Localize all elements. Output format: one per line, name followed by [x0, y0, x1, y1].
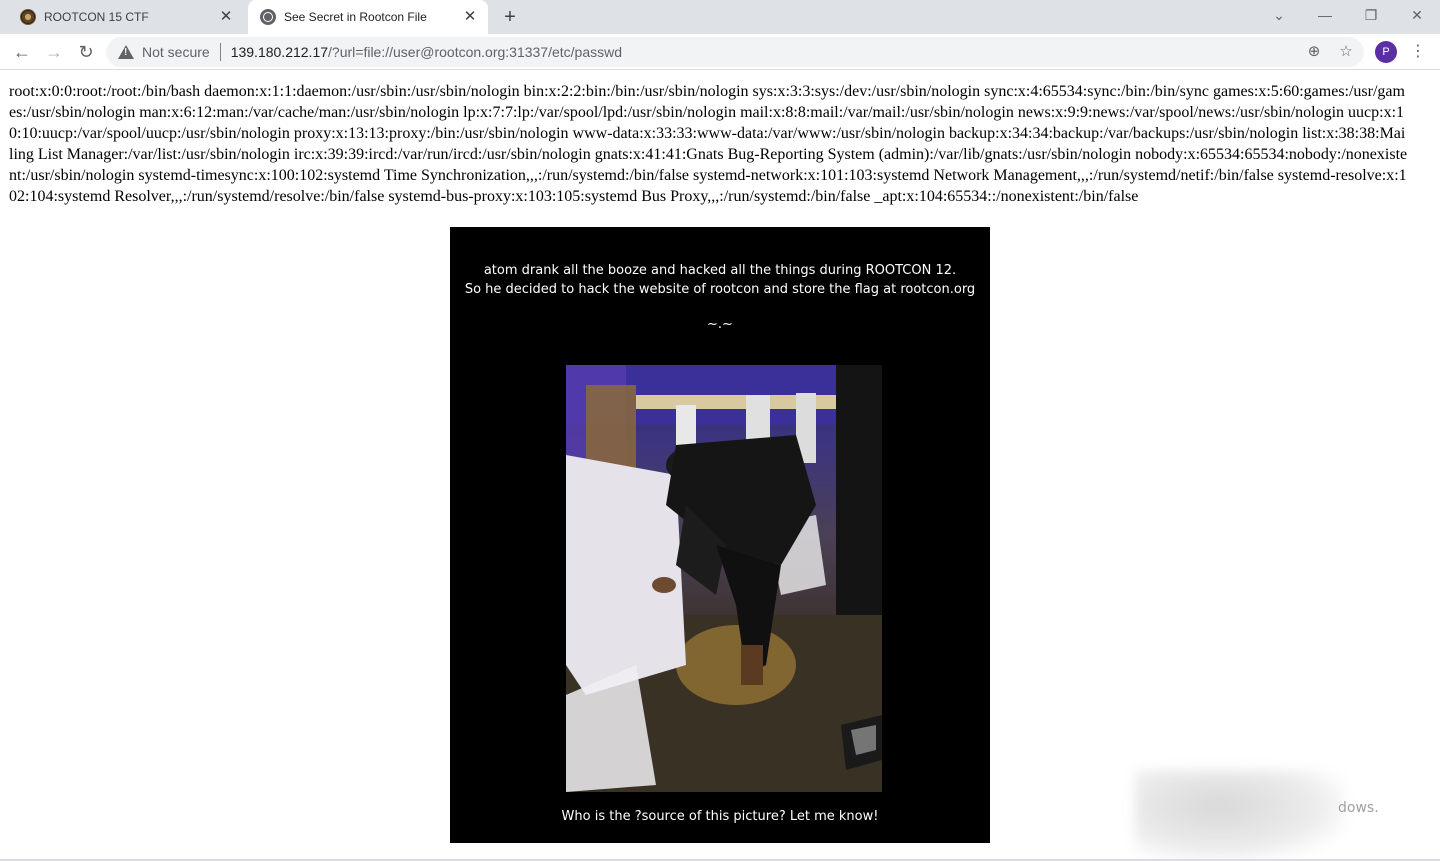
close-tab-icon[interactable]: ✕ — [460, 7, 480, 27]
new-tab-button[interactable]: + — [498, 5, 522, 29]
separator — [219, 43, 221, 61]
tab-search-icon[interactable]: ⌄ — [1256, 0, 1302, 34]
minimize-icon[interactable]: — — [1302, 0, 1348, 34]
poster-caption-line1: atom drank all the booze and hacked all … — [483, 263, 957, 278]
zoom-icon[interactable]: ⊕ — [1305, 43, 1323, 61]
bookmark-star-icon[interactable]: ☆ — [1337, 43, 1355, 61]
globe-icon — [260, 9, 276, 25]
url-text[interactable]: 139.180.212.17/?url=file://user@rootcon.… — [231, 44, 622, 60]
poster-caption-emoticon: ~.~ — [707, 317, 733, 332]
browser-toolbar: ← → ↻ Not secure 139.180.212.17/?url=fil… — [0, 34, 1440, 70]
passwd-file-text: root:x:0:0:root:/root:/bin/bash daemon:x… — [9, 83, 1408, 205]
photo-person-bending — [566, 365, 882, 792]
address-bar[interactable]: Not secure 139.180.212.17/?url=file://us… — [106, 37, 1364, 67]
poster-caption-line2: So he decided to hack the website of roo… — [464, 282, 976, 297]
tab-title: See Secret in Rootcon File — [284, 10, 427, 24]
forward-icon[interactable]: → — [40, 38, 68, 66]
page-content: root:x:0:0:root:/root:/bin/bash daemon:x… — [0, 70, 1440, 861]
restore-icon[interactable]: ❐ — [1348, 0, 1394, 34]
tab-see-secret[interactable]: See Secret in Rootcon File ✕ — [248, 0, 488, 34]
warning-icon[interactable] — [118, 44, 134, 60]
tab-rootcon-ctf[interactable]: ROOTCON 15 CTF ✕ — [8, 0, 244, 34]
rootcon-favicon-icon — [20, 9, 36, 25]
window-close-icon[interactable]: ✕ — [1394, 0, 1440, 34]
url-path: /?url=file://user@rootcon.org:31337/etc/… — [328, 44, 623, 60]
poster-footer-caption: Who is the ?source of this picture? Let … — [561, 809, 879, 824]
reload-icon[interactable]: ↻ — [72, 38, 100, 66]
menu-icon[interactable]: ⋮ — [1408, 39, 1428, 65]
close-tab-icon[interactable]: ✕ — [216, 7, 236, 27]
blurred-watermark — [1135, 770, 1345, 861]
tab-strip: ROOTCON 15 CTF ✕ See Secret in Rootcon F… — [0, 0, 1440, 34]
url-host: 139.180.212.17 — [230, 44, 329, 60]
profile-avatar[interactable]: P — [1375, 41, 1397, 63]
tab-title: ROOTCON 15 CTF — [44, 10, 149, 24]
activate-windows-watermark: dows. — [1338, 800, 1379, 816]
security-label[interactable]: Not secure — [142, 44, 210, 60]
poster-image: atom drank all the booze and hacked all … — [450, 227, 990, 843]
back-icon[interactable]: ← — [8, 38, 36, 66]
